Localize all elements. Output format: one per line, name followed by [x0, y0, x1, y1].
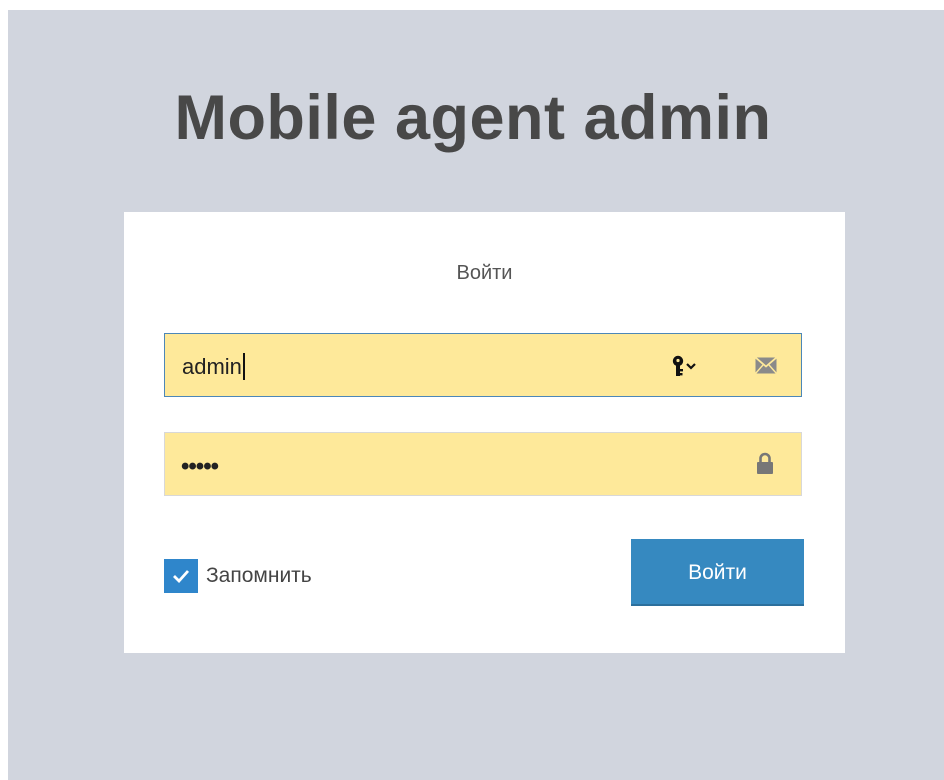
key-icon[interactable] [670, 354, 712, 380]
password-value[interactable]: ••••• [181, 453, 219, 481]
envelope-icon [755, 357, 777, 374]
lock-icon [757, 452, 773, 474]
username-value[interactable]: admin [182, 353, 245, 380]
username-field[interactable]: admin [164, 333, 802, 397]
login-heading: Войти [456, 262, 513, 284]
login-page: Mobile agent admin Войти admin ••••• Зап… [8, 10, 944, 780]
remember-me-checkbox[interactable]: Запомнить [164, 556, 312, 596]
checkmark-icon [173, 570, 190, 583]
login-card: Войти admin ••••• Запомнить Войти [124, 212, 845, 653]
checkbox-checked[interactable] [164, 559, 198, 593]
app-title: Mobile agent admin [174, 83, 772, 153]
remember-me-label: Запомнить [206, 564, 312, 587]
login-button[interactable]: Войти [631, 539, 804, 606]
password-field[interactable]: ••••• [164, 432, 802, 496]
text-caret [242, 353, 245, 380]
